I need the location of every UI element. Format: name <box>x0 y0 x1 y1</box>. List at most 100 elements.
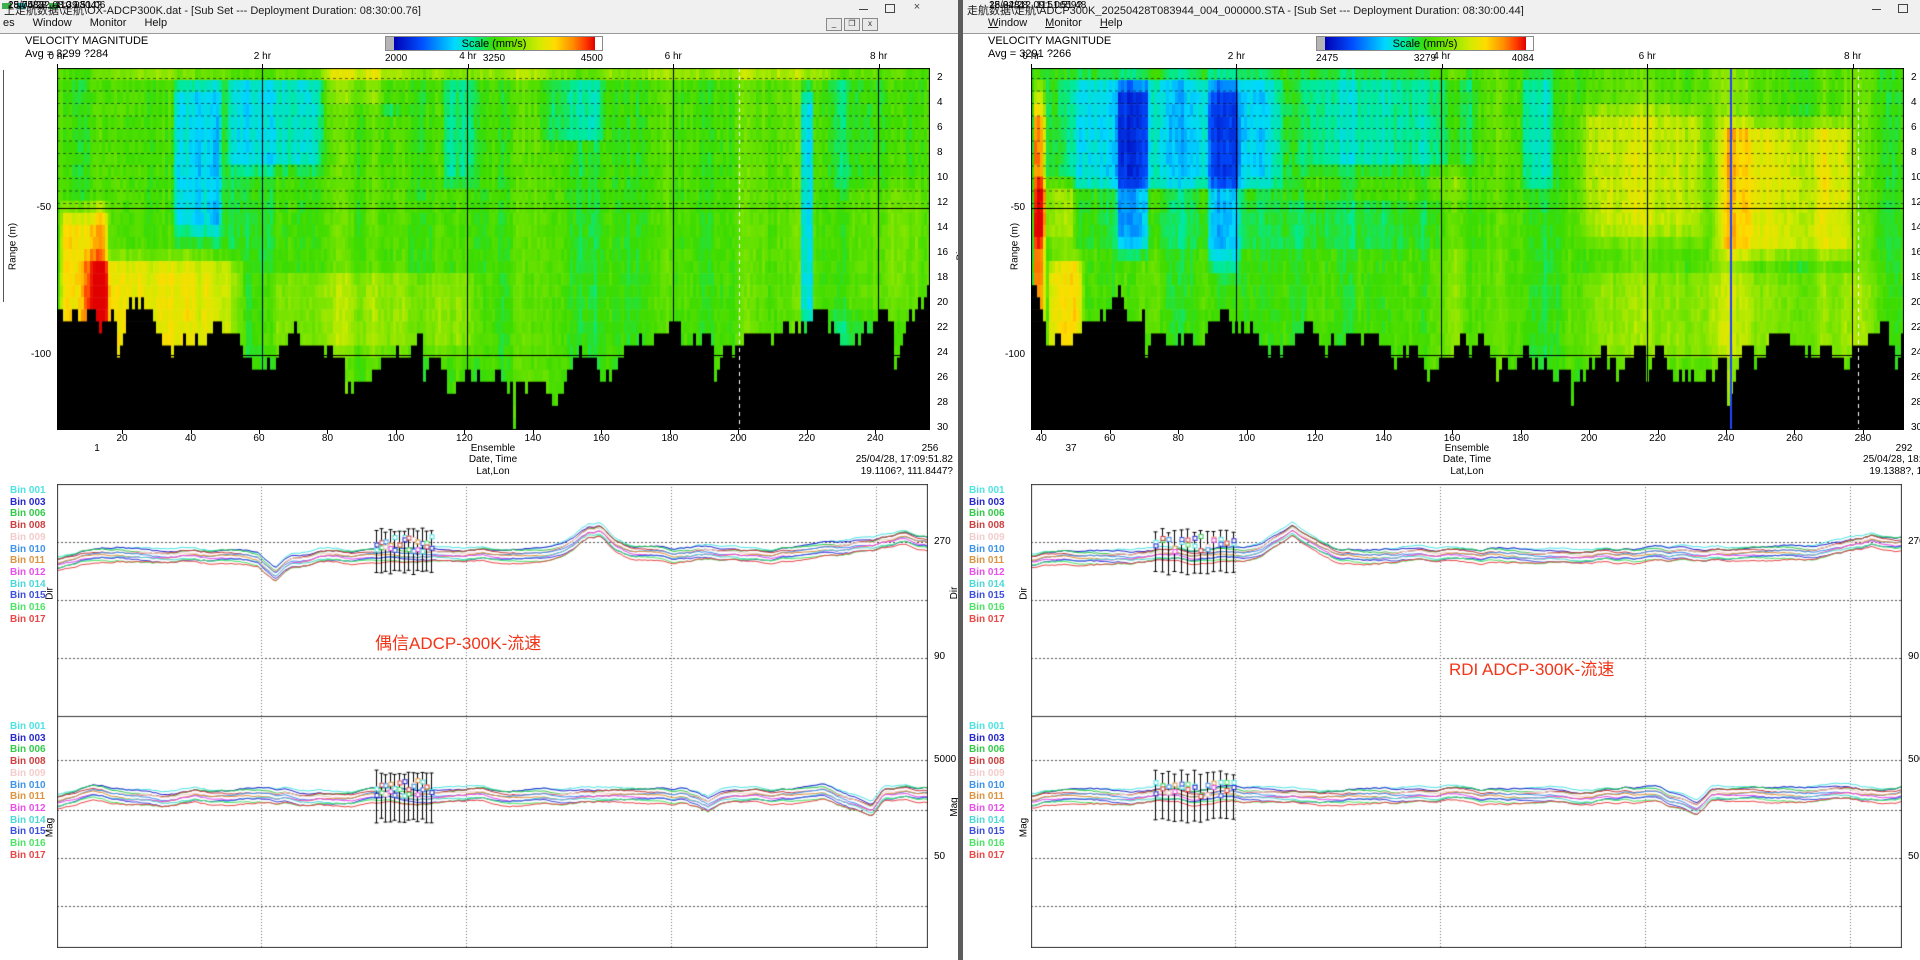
range-axis-label: Range (m) <box>8 212 21 282</box>
legend-bin-label: Bin 001 <box>969 721 1031 733</box>
minimize-button[interactable] <box>853 1 873 14</box>
mag-axis-label-left: Mag <box>45 816 56 840</box>
ensemble-tick: 200 <box>730 433 747 444</box>
ensemble-tick: 80 <box>1173 433 1184 444</box>
bin-tick: 4 <box>937 97 943 108</box>
menu-window[interactable]: Window <box>33 17 72 29</box>
datetime-axis-title: Date, Time <box>469 454 517 465</box>
ensemble-tick: 220 <box>798 433 815 444</box>
menu-monitor[interactable]: Monitor <box>1045 17 1082 29</box>
bin-tick: 28 <box>937 397 948 408</box>
bin-tick: 30 <box>1911 422 1920 433</box>
hour-tick: 2 hr <box>1228 51 1245 62</box>
menu-window[interactable]: Window <box>988 17 1027 29</box>
end-datetime: 25/04/28, 18:2 <box>1781 454 1920 465</box>
bin-tick: 24 <box>937 347 948 358</box>
mag-axis-label-left: Mag <box>1019 816 1030 840</box>
mdi-close-button[interactable]: x <box>862 18 878 31</box>
menu-help[interactable]: Help <box>1100 17 1123 29</box>
ensemble-tick: 20 <box>116 433 127 444</box>
maximize-icon <box>885 4 895 13</box>
bin-legend-magnitude: Bin 001Bin 003Bin 006Bin 008Bin 009Bin 0… <box>969 721 1031 861</box>
dir-tick-90: 90 <box>1908 651 1919 662</box>
legend-bin-label: Bin 008 <box>969 756 1031 768</box>
hour-tick: 2 hr <box>254 51 271 62</box>
bin-tick: 30 <box>937 422 948 433</box>
bin-tick: 14 <box>1911 222 1920 233</box>
bin-tick: 10 <box>937 172 948 183</box>
start-latlon: 18.8281?, 111.0659? <box>989 0 1082 11</box>
start-latlon: 18.7583?, 110.9304? <box>8 0 102 11</box>
hour-tick: 6 hr <box>665 51 682 62</box>
ensemble-first: 37 <box>1065 443 1076 454</box>
dir-tick-270: 270 <box>1908 536 1920 547</box>
bin-tick: 12 <box>937 197 948 208</box>
menu-bar: es Window Monitor Help _ ❐ x <box>0 16 960 34</box>
velocity-contour-plot[interactable] <box>1031 68 1904 430</box>
timeseries-plot[interactable] <box>57 484 928 948</box>
menu-es[interactable]: es <box>3 17 15 29</box>
mdi-minimize-button[interactable]: _ <box>826 18 842 31</box>
range-tick: -50 <box>37 202 51 213</box>
ensemble-tick: 40 <box>1036 433 1047 444</box>
close-button[interactable]: × <box>907 1 927 14</box>
hour-tick: 6 hr <box>1639 51 1656 62</box>
menu-help[interactable]: Help <box>144 17 167 29</box>
ensemble-tick: 180 <box>661 433 678 444</box>
legend-bin-label: Bin 006 <box>969 744 1031 756</box>
ensemble-tick: 60 <box>1104 433 1115 444</box>
ensemble-tick: 220 <box>1649 433 1666 444</box>
ensemble-axis-title: Ensemble <box>1445 443 1489 454</box>
dir-tick-90: 90 <box>934 651 945 662</box>
left-app-window: 上走航数据\走航\OX-ADCP300K.dat - [Sub Set --- … <box>0 0 960 960</box>
legend-bin-label: Bin 010 <box>969 780 1031 792</box>
menu-bar: Window Monitor Help <box>963 16 1920 34</box>
bin-tick: 2 <box>937 72 943 83</box>
bin-tick: 24 <box>1911 347 1920 358</box>
legend-bin-label: Bin 009 <box>969 768 1031 780</box>
range-tick: -100 <box>1005 349 1025 360</box>
bin-tick: 22 <box>1911 322 1920 333</box>
bin-tick: 20 <box>937 297 948 308</box>
maximize-button[interactable] <box>1893 1 1913 14</box>
bin-tick: 10 <box>1911 172 1920 183</box>
bin-tick: 2 <box>1911 72 1917 83</box>
legend-bin-label: Bin 003 <box>969 497 1031 509</box>
menu-items: Window Monitor Help <box>988 17 1140 29</box>
legend-bin-label: Bin 006 <box>969 508 1031 520</box>
title-bar[interactable]: 上走航数据\走航\OX-ADCP300K.dat - [Sub Set --- … <box>0 0 960 16</box>
menu-monitor[interactable]: Monitor <box>90 17 127 29</box>
ensemble-tick: 260 <box>1786 433 1803 444</box>
bin-tick: 12 <box>1911 197 1920 208</box>
hour-tick: 0 hr <box>48 51 65 62</box>
range-axis-label: Range (m) <box>1010 212 1023 282</box>
background-window-edge <box>3 70 4 302</box>
minimize-icon <box>1872 1 1881 10</box>
legend-bin-label: Bin 003 <box>969 733 1031 745</box>
ensemble-axis-title: Ensemble <box>471 443 515 454</box>
timeseries-plot[interactable] <box>1031 484 1902 948</box>
maximize-button[interactable] <box>880 1 900 14</box>
bin-tick: 8 <box>1911 147 1917 158</box>
velocity-contour-plot[interactable] <box>57 68 930 430</box>
bin-tick: 16 <box>937 247 948 258</box>
ensemble-first: 1 <box>94 443 100 454</box>
ensemble-tick: 160 <box>593 433 610 444</box>
hour-tick: 4 hr <box>459 51 476 62</box>
hour-tick: 8 hr <box>870 51 887 62</box>
mdi-restore-button[interactable]: ❐ <box>844 18 860 31</box>
end-latlon: 19.1388?, 11 <box>1781 466 1920 477</box>
bin-tick: 4 <box>1911 97 1917 108</box>
title-bar[interactable]: 走航数据\走航\ADCP300K_20250428T083944_004_000… <box>963 0 1920 16</box>
legend-bin-label: Bin 012 <box>969 803 1031 815</box>
legend-bin-label: Bin 017 <box>969 850 1031 862</box>
minimize-button[interactable] <box>1866 1 1886 14</box>
ensemble-tick: 100 <box>1238 433 1255 444</box>
ensemble-tick: 140 <box>525 433 542 444</box>
minimize-icon <box>859 1 868 10</box>
legend-bin-label: Bin 008 <box>969 520 1031 532</box>
color-scale-bar: Scale (mm/s) <box>1316 36 1534 51</box>
bin-tick: 18 <box>1911 272 1920 283</box>
bin-tick: 28 <box>1911 397 1920 408</box>
ensemble-tick: 40 <box>185 433 196 444</box>
